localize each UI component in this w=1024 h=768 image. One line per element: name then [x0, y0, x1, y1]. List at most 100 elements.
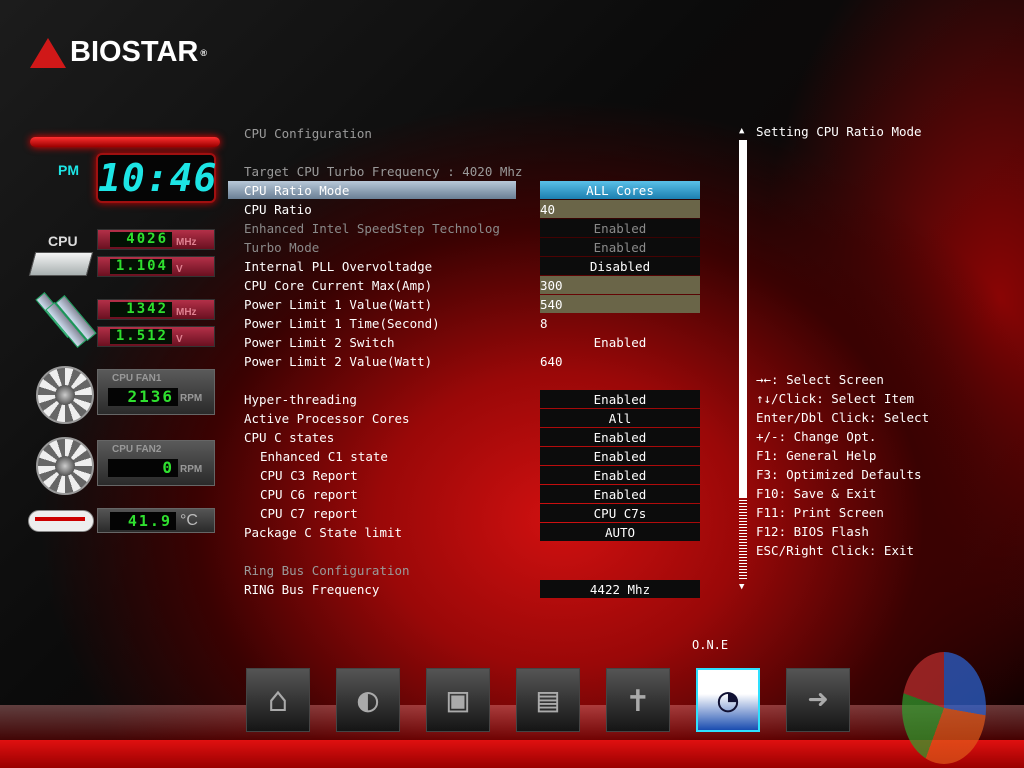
nav-tab-advanced[interactable]: ◐	[336, 668, 400, 732]
temperature-meter: 41.9 °C	[97, 508, 215, 533]
unit-label: °C	[180, 511, 198, 529]
scrollbar-thumb[interactable]	[739, 140, 747, 498]
setting-value[interactable]: Enabled	[540, 485, 700, 503]
setting-value[interactable]: 40	[540, 200, 700, 218]
setting-row[interactable]: CPU Ratio Mode ALL Cores	[228, 181, 700, 200]
setting-label: CPU C3 Report	[260, 468, 358, 483]
setting-label: CPU Ratio	[244, 202, 312, 217]
nav-tab-main[interactable]: ⌂	[246, 668, 310, 732]
setting-value[interactable]: 300	[540, 276, 700, 294]
chip-icon: ▣	[447, 680, 469, 720]
setting-label: CPU Ratio Mode	[244, 183, 350, 198]
decorative-bar	[30, 137, 220, 147]
setting-row: Turbo Mode Enabled	[228, 238, 700, 257]
setting-row[interactable]: Enhanced C1 state Enabled	[228, 447, 700, 466]
setting-label: CPU C6 report	[260, 487, 358, 502]
setting-row[interactable]: CPU C3 Report Enabled	[228, 466, 700, 485]
setting-value[interactable]: All	[540, 409, 700, 427]
am-pm-indicator: PM	[58, 162, 79, 178]
setting-row[interactable]: CPU C states Enabled	[228, 428, 700, 447]
setting-label: Power Limit 2 Switch	[244, 335, 395, 350]
setting-label: Ring Bus Configuration	[244, 563, 410, 578]
setting-value[interactable]: Enabled	[540, 390, 700, 408]
cpu-frequency-value: 4026	[110, 232, 172, 247]
nav-tab-one[interactable]: ◔	[696, 668, 760, 732]
setting-row[interactable]: RING Bus Frequency 4422 Mhz	[228, 580, 700, 599]
setting-value[interactable]: Enabled	[540, 447, 700, 465]
setting-row[interactable]: CPU C6 report Enabled	[228, 485, 700, 504]
help-key-line: F3: Optimized Defaults	[756, 467, 922, 482]
setting-value[interactable]: 540	[540, 295, 700, 313]
folder-exit-icon: ➜	[807, 680, 829, 720]
setting-value: Enabled	[540, 219, 700, 237]
setting-label: Power Limit 1 Time(Second)	[244, 316, 440, 331]
help-key-line: ESC/Right Click: Exit	[756, 543, 915, 558]
nav-tab-save-exit[interactable]: ➜	[786, 668, 850, 732]
memory-frequency-meter: 1342 MHz	[97, 299, 215, 320]
clock-display: 10:46	[96, 153, 216, 203]
scroll-up-icon[interactable]: ▲	[739, 126, 744, 136]
help-key-line: F11: Print Screen	[756, 505, 884, 520]
unit-label: V	[176, 264, 183, 275]
setting-label: Target CPU Turbo Frequency : 4020 Mhz	[244, 164, 523, 179]
fan-icon	[36, 366, 94, 424]
setting-label: Enhanced Intel SpeedStep Technolog	[244, 221, 500, 236]
setting-value[interactable]: Enabled	[540, 333, 700, 351]
thermometer-icon	[28, 510, 94, 532]
memory-voltage-value: 1.512	[110, 329, 172, 344]
setting-value[interactable]: Enabled	[540, 428, 700, 446]
setting-row[interactable]: CPU Core Current Max(Amp) 300	[228, 276, 700, 295]
setting-label: Enhanced C1 state	[260, 449, 388, 464]
speedometer-icon: ◔	[717, 680, 739, 720]
setting-row[interactable]: Internal PLL Overvoltadge Disabled	[228, 257, 700, 276]
setting-value[interactable]: 4422 Mhz	[540, 580, 700, 598]
setting-row[interactable]: Power Limit 1 Value(Watt) 540	[228, 295, 700, 314]
setting-label: CPU C7 report	[260, 506, 358, 521]
setting-row[interactable]: Power Limit 1 Time(Second) 8	[228, 314, 700, 333]
section-header: CPU Configuration	[228, 124, 700, 143]
setting-label: Internal PLL Overvoltadge	[244, 259, 433, 274]
key-help: →←: Select Screen ↑↓/Click: Select Item En…	[756, 370, 929, 560]
fan-name: CPU FAN1	[112, 373, 162, 384]
memory-voltage-meter: 1.512 V	[97, 326, 215, 347]
scroll-down-icon[interactable]: ▼	[739, 582, 744, 592]
cpu-frequency-meter: 4026 MHz	[97, 229, 215, 250]
fan1-rpm-value: 2136	[108, 388, 178, 406]
setting-value[interactable]: 640	[540, 352, 700, 370]
shield-icon: ✝	[627, 680, 649, 720]
unit-label: RPM	[180, 393, 203, 404]
help-key-line: F10: Save & Exit	[756, 486, 877, 501]
setting-value[interactable]: CPU C7s	[540, 504, 700, 522]
cpu-voltage-meter: 1.104 V	[97, 256, 215, 277]
setting-row[interactable]: CPU C7 report CPU C7s	[228, 504, 700, 523]
help-key-line: +/-: Change Opt.	[756, 429, 877, 444]
scrollbar[interactable]	[739, 140, 747, 580]
nav-tab-boot[interactable]: ▤	[516, 668, 580, 732]
biostar-logo: BIOSTAR ®	[30, 36, 207, 69]
setting-row[interactable]: CPU Ratio 40	[228, 200, 700, 219]
active-tab-label: O.N.E	[692, 638, 729, 652]
setting-value[interactable]: AUTO	[540, 523, 700, 541]
setting-value[interactable]: 8	[540, 314, 700, 332]
setting-value[interactable]: Disabled	[540, 257, 700, 275]
setting-row[interactable]: Hyper-threading Enabled	[228, 390, 700, 409]
nav-tab-security[interactable]: ✝	[606, 668, 670, 732]
setting-label: Package C State limit	[244, 525, 403, 540]
setting-label: CPU C states	[244, 430, 335, 445]
setting-row[interactable]: Power Limit 2 Switch Enabled	[228, 333, 700, 352]
setting-value[interactable]: ALL Cores	[540, 181, 700, 199]
toggle-icon: ◐	[357, 680, 379, 720]
drive-icon: ▤	[537, 680, 559, 720]
unit-label: V	[176, 334, 183, 345]
nav-tab-chipset[interactable]: ▣	[426, 668, 490, 732]
help-key-line: F1: General Help	[756, 448, 877, 463]
cpu-fan1-meter: CPU FAN1 2136 RPM	[97, 369, 215, 415]
setting-value[interactable]: Enabled	[540, 466, 700, 484]
setting-row[interactable]: Power Limit 2 Value(Watt) 640	[228, 352, 700, 371]
cpu-label: CPU	[48, 233, 78, 249]
setting-row[interactable]: Package C State limit AUTO	[228, 523, 700, 542]
setting-row[interactable]: Active Processor Cores All	[228, 409, 700, 428]
setting-value: Enabled	[540, 238, 700, 256]
